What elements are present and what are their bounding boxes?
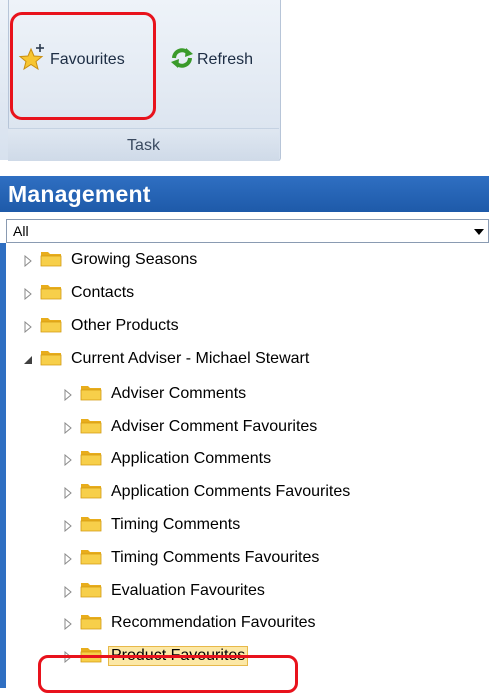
tree-item-label: Other Products (71, 317, 179, 334)
collapsed-arrow-icon[interactable] (62, 486, 74, 500)
tree-item[interactable]: Contacts (22, 278, 137, 308)
refresh-icon (169, 45, 197, 76)
tree-item-label: Growing Seasons (71, 251, 198, 268)
collapsed-arrow-icon[interactable] (62, 519, 74, 533)
folder-icon (80, 547, 102, 570)
refresh-label: Refresh (197, 51, 254, 68)
tree-item-label: Adviser Comments (111, 385, 247, 402)
folder-icon (80, 612, 102, 635)
tree-item[interactable]: Application Comments (62, 444, 274, 474)
tree-item-label: Recommendation Favourites (111, 614, 316, 631)
tree-item[interactable]: Other Products (22, 311, 182, 341)
folder-icon (40, 315, 62, 338)
filter-value: All (13, 223, 29, 239)
tree-item-label: Application Comments (111, 450, 272, 467)
collapsed-arrow-icon[interactable] (22, 254, 34, 268)
tree-item[interactable]: Evaluation Favourites (62, 576, 268, 606)
collapsed-arrow-icon[interactable] (22, 320, 34, 334)
expanded-arrow-icon[interactable] (22, 353, 34, 365)
tree-item[interactable]: Timing Comments (62, 510, 243, 540)
group-caption: Task (8, 128, 279, 161)
management-header: Management (0, 176, 489, 212)
tree-item-label: Evaluation Favourites (111, 582, 265, 599)
tree-item[interactable]: Adviser Comments (62, 379, 249, 409)
folder-icon (40, 249, 62, 272)
tree-item-label: Timing Comments Favourites (111, 549, 320, 566)
tree-item[interactable]: Growing Seasons (22, 245, 200, 275)
tree-item-label: Contacts (71, 284, 135, 301)
management-tree: Growing Seasons Contacts Other Products Cur… (0, 243, 489, 688)
collapsed-arrow-icon[interactable] (62, 585, 74, 599)
refresh-button[interactable]: Refresh (169, 34, 253, 86)
folder-icon (80, 580, 102, 603)
tree-item-label: Adviser Comment Favourites (111, 418, 318, 435)
collapsed-arrow-icon[interactable] (62, 453, 74, 467)
collapsed-arrow-icon[interactable] (62, 388, 74, 402)
folder-icon (80, 383, 102, 406)
tree-item[interactable]: Adviser Comment Favourites (62, 412, 320, 442)
management-title: Management (8, 181, 151, 207)
chevron-down-icon[interactable] (474, 229, 484, 235)
tree-item[interactable]: Recommendation Favourites (62, 608, 319, 638)
tree-item-label: Application Comments Favourites (111, 483, 351, 500)
tree-item[interactable]: Current Adviser - Michael Stewart (22, 344, 312, 374)
collapsed-arrow-icon[interactable] (62, 617, 74, 631)
collapsed-arrow-icon[interactable] (62, 421, 74, 435)
management-filter-select[interactable]: All (6, 219, 489, 243)
product-favourites-highlight-box (38, 655, 298, 693)
folder-icon (80, 514, 102, 537)
tree-item[interactable]: Timing Comments Favourites (62, 543, 322, 573)
tree-item-label: Current Adviser - Michael Stewart (71, 350, 310, 367)
folder-icon (40, 348, 62, 371)
tree-item-label: Timing Comments (111, 516, 241, 533)
folder-icon (80, 448, 102, 471)
ribbon: Favourites Refresh Task (0, 0, 489, 162)
collapsed-arrow-icon[interactable] (62, 552, 74, 566)
folder-icon (80, 481, 102, 504)
collapsed-arrow-icon[interactable] (22, 287, 34, 301)
folder-icon (40, 282, 62, 305)
tree-item[interactable]: Application Comments Favourites (62, 477, 353, 507)
folder-icon (80, 416, 102, 439)
favourites-highlight-box (10, 12, 156, 120)
